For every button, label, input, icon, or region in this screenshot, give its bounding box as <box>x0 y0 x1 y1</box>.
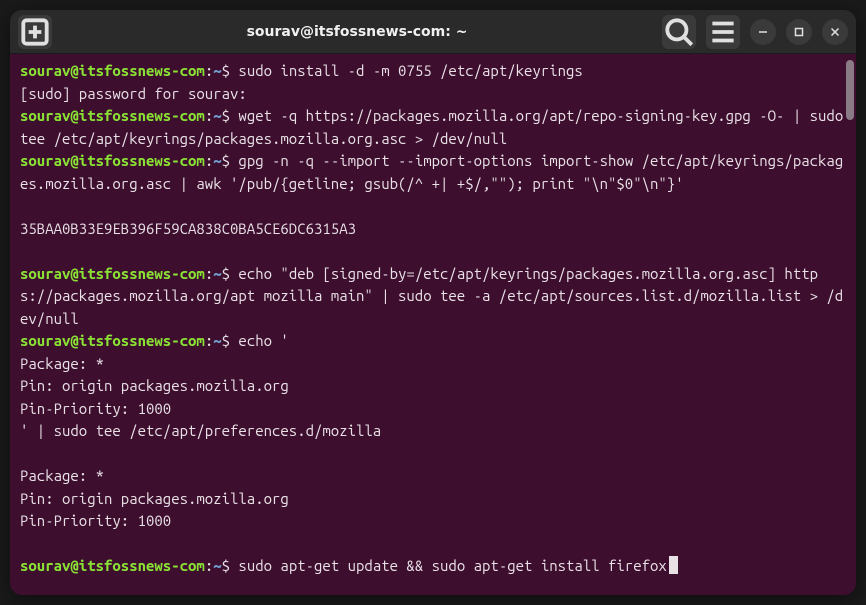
minimize-button[interactable] <box>750 19 776 45</box>
output-text: Pin: origin packages.mozilla.org <box>20 488 846 511</box>
prompt-sep: : <box>205 265 213 282</box>
prompt-dollar: $ <box>222 265 230 282</box>
scrollbar-thumb[interactable] <box>846 60 854 120</box>
prompt-user: sourav@itsfossnews-com <box>20 332 205 349</box>
output-text: Pin: origin packages.mozilla.org <box>20 375 846 398</box>
menu-button[interactable] <box>706 15 740 49</box>
prompt-path: ~ <box>213 557 221 574</box>
prompt-path: ~ <box>213 107 221 124</box>
prompt-user: sourav@itsfossnews-com <box>20 265 205 282</box>
prompt-path: ~ <box>213 62 221 79</box>
prompt-dollar: $ <box>222 62 230 79</box>
close-button[interactable] <box>822 19 848 45</box>
output-text: Package: * <box>20 353 846 376</box>
output-text: 35BAA0B33E9EB396F59CA838C0BA5CE6DC6315A3 <box>20 218 846 241</box>
prompt-sep: : <box>205 62 213 79</box>
cursor <box>669 556 678 574</box>
command-text: sudo install -d -m 0755 /etc/apt/keyring… <box>230 62 583 79</box>
prompt-dollar: $ <box>222 332 230 349</box>
prompt-sep: : <box>205 557 213 574</box>
prompt-sep: : <box>205 107 213 124</box>
prompt-sep: : <box>205 332 213 349</box>
prompt-path: ~ <box>213 265 221 282</box>
prompt-user: sourav@itsfossnews-com <box>20 62 205 79</box>
prompt-user: sourav@itsfossnews-com <box>20 107 205 124</box>
blank-line <box>20 533 846 556</box>
prompt-dollar: $ <box>222 557 230 574</box>
output-text: ' | sudo tee /etc/apt/preferences.d/mozi… <box>20 420 846 443</box>
command-text: echo ' <box>230 332 289 349</box>
output-text: Pin-Priority: 1000 <box>20 510 846 533</box>
prompt-path: ~ <box>213 152 221 169</box>
output-text: Pin-Priority: 1000 <box>20 398 846 421</box>
new-tab-button[interactable] <box>18 15 52 49</box>
terminal-window: sourav@itsfossnews-com: ~ sourav@itsfoss… <box>10 10 856 595</box>
prompt-dollar: $ <box>222 107 230 124</box>
output-text: [sudo] password for sourav: <box>20 83 846 106</box>
terminal-content[interactable]: sourav@itsfossnews-com:~$ sudo install -… <box>10 54 856 595</box>
prompt-user: sourav@itsfossnews-com <box>20 557 205 574</box>
window-title: sourav@itsfossnews-com: ~ <box>52 24 662 40</box>
prompt-sep: : <box>205 152 213 169</box>
search-button[interactable] <box>662 15 696 49</box>
command-text: sudo apt-get update && sudo apt-get inst… <box>230 557 667 574</box>
prompt-user: sourav@itsfossnews-com <box>20 152 205 169</box>
blank-line <box>20 195 846 218</box>
maximize-button[interactable] <box>786 19 812 45</box>
prompt-dollar: $ <box>222 152 230 169</box>
blank-line <box>20 443 846 466</box>
output-text: Package: * <box>20 465 846 488</box>
titlebar: sourav@itsfossnews-com: ~ <box>10 10 856 54</box>
prompt-path: ~ <box>213 332 221 349</box>
blank-line <box>20 240 846 263</box>
